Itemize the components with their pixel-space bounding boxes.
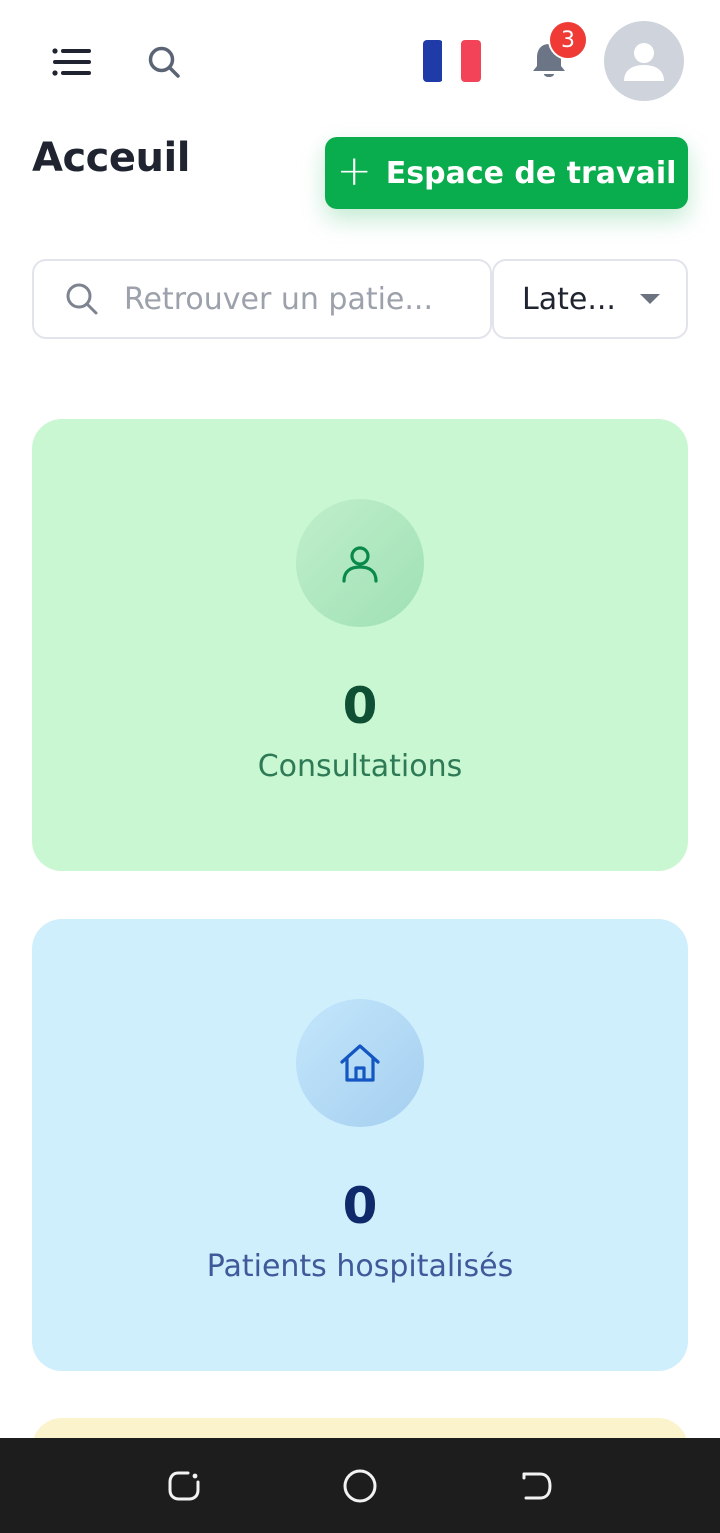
- hamburger-menu-icon[interactable]: [44, 36, 100, 88]
- recent-apps-icon[interactable]: [158, 1460, 210, 1512]
- workspace-button-label: Espace de travail: [385, 155, 677, 191]
- consultations-label: Consultations: [257, 749, 463, 784]
- patient-search-field[interactable]: [32, 259, 492, 339]
- notification-badge: 3: [548, 20, 588, 60]
- workspace-button[interactable]: + Espace de travail: [325, 137, 688, 209]
- search-icon: [62, 279, 102, 319]
- filter-select[interactable]: Late...: [492, 259, 688, 339]
- plus-icon: +: [336, 146, 372, 195]
- french-flag-icon[interactable]: [422, 40, 482, 82]
- patient-search-input[interactable]: [124, 281, 454, 317]
- consultations-icon-circle: [296, 499, 424, 627]
- user-icon: [342, 546, 378, 583]
- top-bar: 3: [0, 0, 720, 125]
- hospitalized-icon-circle: [296, 999, 424, 1127]
- consultations-card[interactable]: 0 Consultations: [32, 419, 688, 871]
- system-navigation-bar: [0, 1438, 720, 1533]
- home-icon: [340, 1044, 380, 1082]
- search-icon[interactable]: [138, 36, 190, 88]
- hospitalized-label: Patients hospitalisés: [206, 1249, 514, 1284]
- page-title: Acceuil: [32, 135, 190, 181]
- hospitalized-patients-card[interactable]: 0 Patients hospitalisés: [32, 919, 688, 1371]
- home-circle-icon[interactable]: [334, 1460, 386, 1512]
- chevron-down-icon: [640, 294, 660, 304]
- hospitalized-count: 0: [342, 1177, 378, 1235]
- consultations-count: 0: [342, 677, 378, 735]
- back-icon[interactable]: [510, 1460, 562, 1512]
- user-avatar-icon[interactable]: [604, 21, 684, 101]
- filter-select-value: Late...: [522, 281, 616, 317]
